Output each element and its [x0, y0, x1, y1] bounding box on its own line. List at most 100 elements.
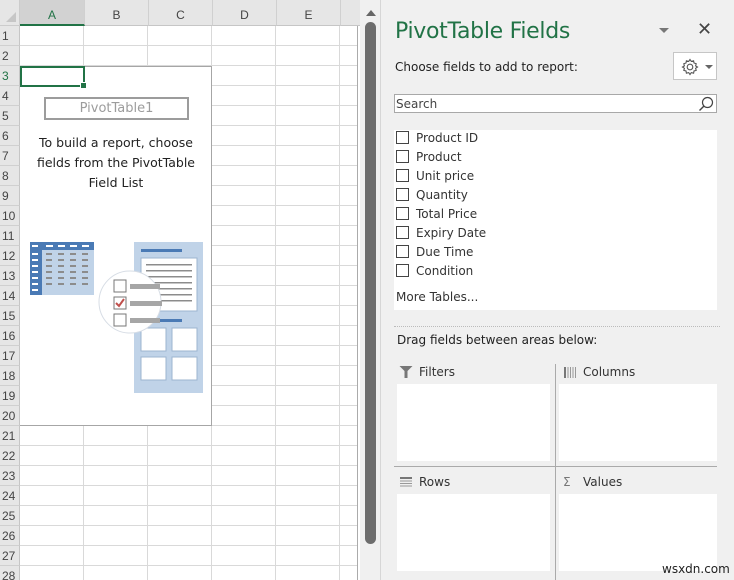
- rows-icon: [400, 477, 412, 487]
- rows-area-label: Rows: [399, 475, 450, 489]
- row-header-21[interactable]: 21: [0, 426, 20, 446]
- column-header-a[interactable]: A: [20, 0, 85, 26]
- spreadsheet: A B C D E 1 2 3 4 5 6 7 8 9 10 11 12 13 14 15 16 17 18 19 2…: [0, 0, 360, 580]
- field-list: Product ID Product Unit price Quantity T…: [394, 130, 717, 310]
- row-header-16[interactable]: 16: [0, 326, 20, 346]
- choose-fields-label: Choose fields to add to report:: [395, 60, 578, 74]
- field-item-product[interactable]: Product: [396, 147, 462, 166]
- select-all-corner[interactable]: [0, 0, 20, 26]
- field-item-product-id[interactable]: Product ID: [396, 128, 478, 147]
- area-horizontal-divider: [394, 466, 717, 467]
- row-header-27[interactable]: 27: [0, 546, 20, 566]
- more-tables-link[interactable]: More Tables...: [396, 290, 478, 304]
- area-vertical-divider: [555, 364, 556, 580]
- area-label-text: Values: [583, 475, 623, 489]
- watermark: wsxdn.com: [662, 562, 730, 576]
- field-label: Due Time: [416, 244, 474, 259]
- area-label-text: Columns: [583, 365, 636, 379]
- row-header-20[interactable]: 20: [0, 406, 20, 426]
- row-header-19[interactable]: 19: [0, 386, 20, 406]
- field-checkbox[interactable]: [396, 207, 409, 220]
- field-label: Product ID: [416, 130, 479, 145]
- filters-drop-area[interactable]: [397, 384, 550, 461]
- column-header-c[interactable]: C: [149, 0, 213, 26]
- field-item-unit-price[interactable]: Unit price: [396, 166, 474, 185]
- field-checkbox[interactable]: [396, 188, 409, 201]
- row-header-28[interactable]: 28: [0, 566, 20, 580]
- field-label: Product: [416, 149, 462, 164]
- pivot-table-placeholder[interactable]: PivotTable1 To build a report, choose fi…: [20, 66, 212, 426]
- field-checkbox[interactable]: [396, 131, 409, 144]
- field-checkbox[interactable]: [396, 264, 409, 277]
- column-header-f[interactable]: [341, 0, 360, 26]
- field-item-due-time[interactable]: Due Time: [396, 242, 473, 261]
- row-header-24[interactable]: 24: [0, 486, 20, 506]
- filters-area-label: Filters: [399, 365, 455, 379]
- filter-icon: [399, 366, 413, 378]
- field-checkbox[interactable]: [396, 150, 409, 163]
- vertical-scrollbar[interactable]: [362, 0, 380, 580]
- row-header-11[interactable]: 11: [0, 226, 20, 246]
- tools-gear-button[interactable]: [673, 52, 717, 80]
- row-header-1[interactable]: 1: [0, 26, 20, 46]
- row-header-7[interactable]: 7: [0, 146, 20, 166]
- pane-title: PivotTable Fields: [395, 19, 571, 44]
- sigma-icon: Σ: [563, 475, 571, 489]
- row-header-23[interactable]: 23: [0, 466, 20, 486]
- field-checkbox[interactable]: [396, 245, 409, 258]
- close-icon[interactable]: ✕: [697, 19, 712, 40]
- search-field[interactable]: [394, 94, 717, 113]
- row-header-8[interactable]: 8: [0, 166, 20, 186]
- row-header-13[interactable]: 13: [0, 266, 20, 286]
- row-header-17[interactable]: 17: [0, 346, 20, 366]
- section-divider[interactable]: [394, 326, 720, 327]
- field-item-total-price[interactable]: Total Price: [396, 204, 477, 223]
- scrollbar-thumb[interactable]: [365, 22, 376, 544]
- column-header-b[interactable]: B: [85, 0, 149, 26]
- field-item-condition[interactable]: Condition: [396, 261, 473, 280]
- column-header-d[interactable]: D: [213, 0, 277, 26]
- scroll-up-arrow-icon[interactable]: [366, 10, 376, 16]
- row-header-2[interactable]: 2: [0, 46, 20, 66]
- column-header-e[interactable]: E: [277, 0, 341, 26]
- instruction-line: fields from the PivotTable: [36, 155, 195, 170]
- pivot-table-name: PivotTable1: [44, 97, 189, 120]
- row-header-6[interactable]: 6: [0, 126, 20, 146]
- area-label-text: Rows: [419, 475, 451, 489]
- row-header-3[interactable]: 3: [0, 66, 20, 86]
- instruction-line: Field List: [88, 175, 144, 190]
- search-input[interactable]: [395, 95, 685, 113]
- columns-icon: [564, 366, 576, 378]
- columns-drop-area[interactable]: [559, 384, 717, 461]
- search-icon[interactable]: [698, 96, 714, 112]
- pane-options-dropdown-icon[interactable]: [659, 28, 669, 33]
- chevron-down-icon: [705, 65, 713, 69]
- drag-fields-label: Drag fields between areas below:: [397, 333, 598, 347]
- field-checkbox[interactable]: [396, 169, 409, 182]
- values-area-label: Σ Values: [563, 475, 622, 489]
- columns-area-label: Columns: [563, 365, 635, 379]
- row-header-26[interactable]: 26: [0, 526, 20, 546]
- pivot-illustration-icon: [30, 242, 203, 393]
- row-header-25[interactable]: 25: [0, 506, 20, 526]
- row-header-14[interactable]: 14: [0, 286, 20, 306]
- field-label: Total Price: [416, 206, 478, 221]
- row-header-12[interactable]: 12: [0, 246, 20, 266]
- values-drop-area[interactable]: [559, 494, 717, 571]
- active-cell-a3[interactable]: [20, 66, 87, 89]
- field-label: Condition: [416, 263, 474, 278]
- gear-icon: [681, 58, 699, 76]
- row-header-18[interactable]: 18: [0, 366, 20, 386]
- row-header-5[interactable]: 5: [0, 106, 20, 126]
- row-header-22[interactable]: 22: [0, 446, 20, 466]
- field-item-expiry-date[interactable]: Expiry Date: [396, 223, 486, 242]
- row-header-4[interactable]: 4: [0, 86, 20, 106]
- field-checkbox[interactable]: [396, 226, 409, 239]
- field-item-quantity[interactable]: Quantity: [396, 185, 468, 204]
- row-header-10[interactable]: 10: [0, 206, 20, 226]
- field-label: Unit price: [416, 168, 475, 183]
- row-header-15[interactable]: 15: [0, 306, 20, 326]
- row-header-9[interactable]: 9: [0, 186, 20, 206]
- instruction-line: To build a report, choose: [39, 135, 193, 150]
- rows-drop-area[interactable]: [397, 494, 550, 571]
